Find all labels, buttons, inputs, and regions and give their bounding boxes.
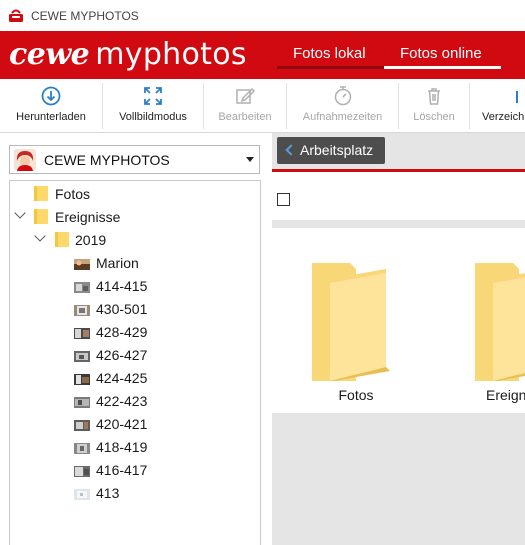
tree-item-label: 426-427 bbox=[96, 346, 148, 363]
clock-icon bbox=[332, 85, 354, 107]
tree-item-label: 420-421 bbox=[96, 415, 148, 432]
tree-item-label: 414-415 bbox=[96, 277, 148, 294]
folder-tile-label: Fotos bbox=[338, 387, 374, 403]
tree-item-album[interactable]: 416-417 bbox=[74, 458, 147, 481]
account-selector[interactable]: CEWE MYPHOTOS bbox=[9, 145, 260, 174]
folder-icon bbox=[513, 85, 525, 107]
folder-tile[interactable]: Fotos bbox=[272, 228, 440, 413]
folder-tile[interactable]: Ereignisse bbox=[437, 228, 525, 413]
tree-item-album[interactable]: 413 bbox=[74, 481, 119, 504]
tree-item-label: 413 bbox=[96, 484, 120, 501]
tree-item-label: Fotos bbox=[55, 185, 91, 202]
account-name: CEWE MYPHOTOS bbox=[44, 152, 170, 168]
chevron-down-icon[interactable] bbox=[14, 207, 26, 219]
download-icon bbox=[40, 85, 62, 107]
window-title: CEWE MYPHOTOS bbox=[31, 8, 139, 23]
chevron-left-icon bbox=[285, 144, 297, 156]
tree-item-label: 418-419 bbox=[96, 438, 148, 455]
tree-item-album[interactable]: 414-415 bbox=[74, 274, 147, 297]
tree-item-ereignisse[interactable]: Ereignisse bbox=[34, 205, 120, 228]
folder-icon bbox=[312, 263, 390, 381]
tree-item-album[interactable]: 428-429 bbox=[74, 320, 147, 343]
dropdown-arrow-icon[interactable] bbox=[246, 157, 254, 162]
tree-item-label: 430-501 bbox=[96, 300, 148, 317]
tree-item-2019[interactable]: 2019 bbox=[55, 228, 106, 251]
sidebar: CEWE MYPHOTOS Fotos Ereignisse 2019 Mari… bbox=[0, 133, 272, 545]
directory-button[interactable]: Verzeich bbox=[470, 79, 525, 133]
folder-tile-label: Ereignisse bbox=[486, 387, 525, 403]
fullscreen-button[interactable]: Vollbildmodus bbox=[103, 79, 203, 133]
album-thumbnail-icon bbox=[74, 464, 90, 477]
tab-fotos-online-underline bbox=[384, 66, 501, 69]
tree-item-album[interactable]: Marion bbox=[74, 251, 139, 274]
select-all-checkbox[interactable] bbox=[277, 193, 290, 206]
album-thumbnail-icon bbox=[74, 257, 90, 270]
tree-item-album[interactable]: 418-419 bbox=[74, 435, 147, 458]
app-header: cewe myphotos Fotos lokal Fotos online bbox=[0, 31, 525, 79]
tree-item-label: 2019 bbox=[75, 231, 107, 248]
capture-times-label: Aufnahmezeiten bbox=[302, 111, 383, 123]
folder-tree: Fotos Ereignisse 2019 Marion 414-415 430… bbox=[9, 180, 261, 545]
album-thumbnail-icon bbox=[74, 487, 90, 500]
tree-item-label: 428-429 bbox=[96, 323, 148, 340]
download-label: Herunterladen bbox=[16, 111, 86, 123]
selection-bar bbox=[272, 172, 525, 220]
chevron-down-icon[interactable] bbox=[34, 230, 46, 242]
toolbar: Herunterladen Vollbildmodus Bearbeiten A… bbox=[0, 79, 525, 133]
delete-button[interactable]: Löschen bbox=[399, 79, 469, 133]
folder-icon bbox=[475, 263, 525, 381]
tree-item-album[interactable]: 430-501 bbox=[74, 297, 147, 320]
folder-grid: Fotos Ereignisse bbox=[272, 228, 525, 413]
tree-item-label: 424-425 bbox=[96, 369, 148, 386]
album-thumbnail-icon bbox=[74, 326, 90, 339]
album-thumbnail-icon bbox=[74, 280, 90, 293]
album-thumbnail-icon bbox=[74, 372, 90, 385]
album-thumbnail-icon bbox=[74, 395, 90, 408]
avatar-icon bbox=[14, 149, 36, 171]
window-titlebar: CEWE MYPHOTOS bbox=[0, 0, 525, 31]
tree-item-label: Ereignisse bbox=[55, 208, 121, 225]
tree-item-label: Marion bbox=[96, 254, 139, 271]
tree-item-album[interactable]: 426-427 bbox=[74, 343, 147, 366]
main-content: Arbeitsplatz Fotos Ereign bbox=[272, 133, 525, 545]
album-thumbnail-icon bbox=[74, 441, 90, 454]
album-thumbnail-icon bbox=[74, 418, 90, 431]
folder-icon bbox=[55, 232, 69, 247]
fullscreen-icon bbox=[142, 85, 164, 107]
edit-button[interactable]: Bearbeiten bbox=[204, 79, 286, 133]
download-button[interactable]: Herunterladen bbox=[0, 79, 102, 133]
tab-fotos-online[interactable]: Fotos online bbox=[400, 45, 482, 62]
tree-item-label: 422-423 bbox=[96, 392, 148, 409]
edit-icon bbox=[234, 85, 256, 107]
tab-fotos-lokal-underline bbox=[277, 66, 384, 69]
delete-label: Löschen bbox=[413, 111, 455, 123]
capture-times-button[interactable]: Aufnahmezeiten bbox=[287, 79, 398, 133]
tree-item-album[interactable]: 424-425 bbox=[74, 366, 147, 389]
fullscreen-label: Vollbildmodus bbox=[119, 111, 187, 123]
tab-fotos-lokal[interactable]: Fotos lokal bbox=[293, 45, 366, 62]
cewe-myphotos-logo: cewe myphotos bbox=[9, 37, 247, 72]
tree-item-label: 416-417 bbox=[96, 461, 148, 478]
album-thumbnail-icon bbox=[74, 349, 90, 362]
folder-icon bbox=[34, 209, 48, 224]
tree-item-album[interactable]: 422-423 bbox=[74, 389, 147, 412]
cewe-app-icon bbox=[8, 9, 24, 23]
folder-icon bbox=[34, 186, 48, 201]
album-thumbnail-icon bbox=[74, 303, 90, 316]
directory-label: Verzeich bbox=[482, 111, 525, 123]
edit-label: Bearbeiten bbox=[218, 111, 272, 123]
trash-icon bbox=[423, 85, 445, 107]
tree-item-album[interactable]: 420-421 bbox=[74, 412, 147, 435]
tree-item-fotos[interactable]: Fotos bbox=[34, 182, 90, 205]
back-button[interactable]: Arbeitsplatz bbox=[277, 137, 385, 164]
back-button-label: Arbeitsplatz bbox=[300, 142, 374, 158]
